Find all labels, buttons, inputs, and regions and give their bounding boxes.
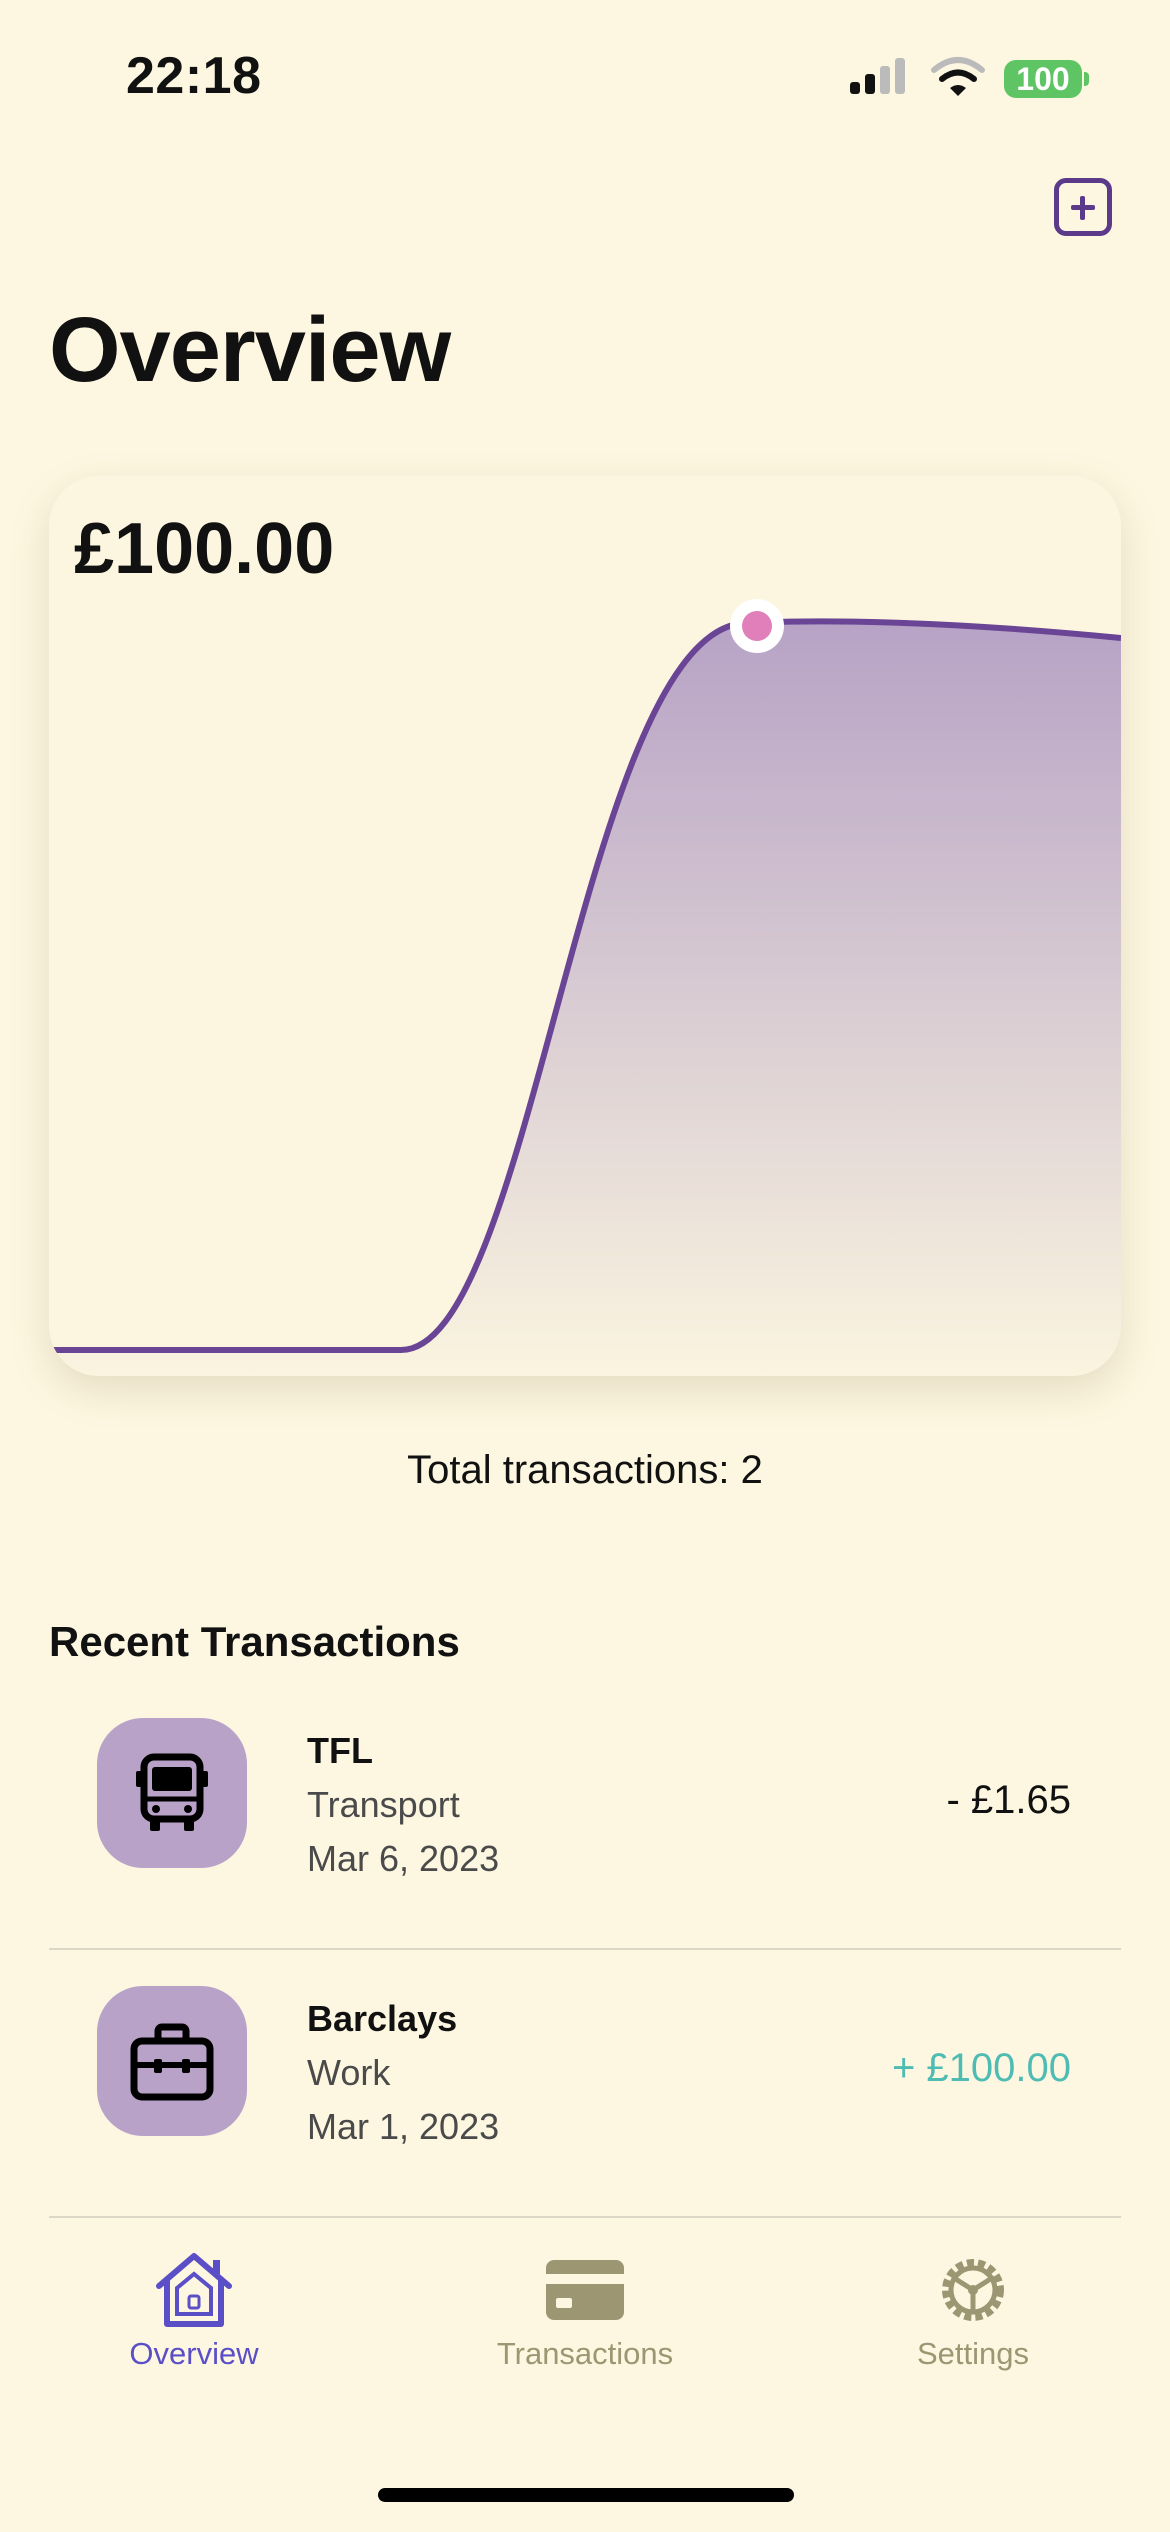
transaction-icon-container [97,1718,247,1868]
total-transactions: Total transactions: 2 [407,1448,763,1492]
house-icon [156,2253,232,2327]
balance-chart[interactable] [49,476,1121,1376]
transaction-date: Mar 1, 2023 [307,2106,500,2147]
transaction-category: Work [307,2052,391,2093]
credit-card-icon [546,2260,624,2320]
gear-icon [942,2259,1004,2321]
tab-overview[interactable]: Overview [64,2250,324,2410]
home-indicator [378,2488,794,2502]
tab-bar: Overview Transactions Settings [0,2250,1170,2410]
tab-label: Overview [129,2336,259,2371]
battery-cap [1084,72,1089,86]
transaction-date: Mar 6, 2023 [307,1838,500,1879]
transaction-amount: - £1.65 [946,1778,1071,1822]
briefcase-icon [130,2023,214,2101]
tab-label: Settings [916,2336,1029,2371]
chart-selected-point[interactable] [742,611,772,641]
page-title: Overview [49,299,451,401]
tab-label: Transactions [496,2336,674,2371]
transaction-name: TFL [307,1730,373,1771]
transaction-icon-container [97,1986,247,2136]
add-transaction-button[interactable] [1054,178,1112,236]
status-time: 22:18 [126,47,262,105]
status-icons: 100 [850,56,1090,100]
cellular-signal-icon [850,56,910,100]
recent-transactions-title: Recent Transactions [49,1618,460,1665]
bus-icon [136,1753,208,1831]
balance-chart-card: £100.00 [49,476,1121,1376]
transaction-row[interactable]: TFL Transport Mar 6, 2023 - £1.65 [49,1680,1121,1950]
status-bar: 22:18 100 [0,0,1170,150]
balance-amount: £100.00 [74,509,335,589]
transaction-row[interactable]: Barclays Work Mar 1, 2023 + £100.00 [49,1948,1121,2218]
tab-settings[interactable]: Settings [843,2250,1103,2410]
transaction-amount: + £100.00 [891,2046,1071,2090]
battery-icon: 100 [1004,60,1082,98]
tab-transactions[interactable]: Transactions [455,2250,715,2410]
transaction-category: Transport [307,1784,460,1825]
chart-area [49,621,1121,1376]
wifi-icon [931,57,985,96]
transaction-name: Barclays [307,1998,458,2039]
